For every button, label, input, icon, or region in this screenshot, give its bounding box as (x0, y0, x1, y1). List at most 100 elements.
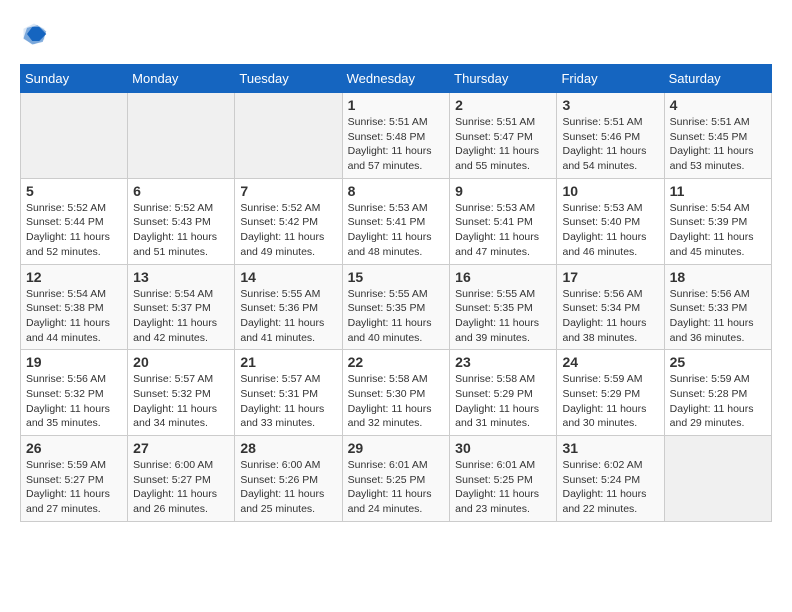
day-info: Sunrise: 5:53 AM Sunset: 5:41 PM Dayligh… (348, 201, 445, 260)
day-number: 27 (133, 440, 229, 456)
logo-icon (20, 20, 48, 48)
day-number: 20 (133, 354, 229, 370)
calendar-cell: 25 Sunrise: 5:59 AM Sunset: 5:28 PM Dayli… (664, 350, 771, 436)
day-number: 22 (348, 354, 445, 370)
calendar-cell: 12 Sunrise: 5:54 AM Sunset: 5:38 PM Dayli… (21, 264, 128, 350)
calendar-cell: 31Sunrise: 6:02 AM Sunset: 5:24 PM Dayli… (557, 436, 664, 522)
calendar-cell: 1Sunrise: 5:51 AM Sunset: 5:48 PM Daylig… (342, 93, 450, 179)
calendar-cell: 11 Sunrise: 5:54 AM Sunset: 5:39 PM Dayli… (664, 178, 771, 264)
weekday-header-monday: Monday (128, 65, 235, 93)
day-number: 28 (240, 440, 336, 456)
day-number: 4 (670, 97, 766, 113)
day-info: Sunrise: 5:53 AM Sunset: 5:41 PM Dayligh… (455, 201, 551, 260)
day-info: Sunrise: 6:01 AM Sunset: 5:25 PM Dayligh… (455, 458, 551, 517)
calendar-body: 1Sunrise: 5:51 AM Sunset: 5:48 PM Daylig… (21, 93, 772, 522)
day-number: 1 (348, 97, 445, 113)
day-info: Sunrise: 5:56 AM Sunset: 5:32 PM Dayligh… (26, 372, 122, 431)
day-number: 12 (26, 269, 122, 285)
day-number: 9 (455, 183, 551, 199)
weekday-header-tuesday: Tuesday (235, 65, 342, 93)
day-info: Sunrise: 5:58 AM Sunset: 5:29 PM Dayligh… (455, 372, 551, 431)
calendar-cell (235, 93, 342, 179)
calendar-cell: 21 Sunrise: 5:57 AM Sunset: 5:31 PM Dayli… (235, 350, 342, 436)
calendar-cell: 28 Sunrise: 6:00 AM Sunset: 5:26 PM Dayli… (235, 436, 342, 522)
weekday-header-wednesday: Wednesday (342, 65, 450, 93)
calendar-week-2: 5 Sunrise: 5:52 AM Sunset: 5:44 PM Daylig… (21, 178, 772, 264)
weekday-header-thursday: Thursday (450, 65, 557, 93)
calendar-cell: 5 Sunrise: 5:52 AM Sunset: 5:44 PM Daylig… (21, 178, 128, 264)
day-number: 8 (348, 183, 445, 199)
day-info: Sunrise: 5:57 AM Sunset: 5:32 PM Dayligh… (133, 372, 229, 431)
day-number: 21 (240, 354, 336, 370)
calendar-week-3: 12 Sunrise: 5:54 AM Sunset: 5:38 PM Dayli… (21, 264, 772, 350)
day-info: Sunrise: 5:53 AM Sunset: 5:40 PM Dayligh… (562, 201, 658, 260)
day-number: 3 (562, 97, 658, 113)
calendar-cell: 30 Sunrise: 6:01 AM Sunset: 5:25 PM Dayli… (450, 436, 557, 522)
calendar-cell (21, 93, 128, 179)
day-info: Sunrise: 5:51 AM Sunset: 5:46 PM Dayligh… (562, 115, 658, 174)
day-info: Sunrise: 6:02 AM Sunset: 5:24 PM Dayligh… (562, 458, 658, 517)
day-number: 14 (240, 269, 336, 285)
day-info: Sunrise: 5:51 AM Sunset: 5:45 PM Dayligh… (670, 115, 766, 174)
day-number: 2 (455, 97, 551, 113)
day-info: Sunrise: 5:59 AM Sunset: 5:27 PM Dayligh… (26, 458, 122, 517)
day-info: Sunrise: 5:59 AM Sunset: 5:28 PM Dayligh… (670, 372, 766, 431)
day-info: Sunrise: 5:51 AM Sunset: 5:47 PM Dayligh… (455, 115, 551, 174)
day-number: 25 (670, 354, 766, 370)
day-number: 10 (562, 183, 658, 199)
calendar-cell: 13 Sunrise: 5:54 AM Sunset: 5:37 PM Dayli… (128, 264, 235, 350)
day-number: 13 (133, 269, 229, 285)
day-info: Sunrise: 6:00 AM Sunset: 5:26 PM Dayligh… (240, 458, 336, 517)
weekday-header-saturday: Saturday (664, 65, 771, 93)
calendar-cell: 23 Sunrise: 5:58 AM Sunset: 5:29 PM Dayli… (450, 350, 557, 436)
calendar-cell: 8 Sunrise: 5:53 AM Sunset: 5:41 PM Daylig… (342, 178, 450, 264)
day-number: 30 (455, 440, 551, 456)
calendar-cell: 16 Sunrise: 5:55 AM Sunset: 5:35 PM Dayli… (450, 264, 557, 350)
calendar-table: SundayMondayTuesdayWednesdayThursdayFrid… (20, 64, 772, 522)
day-number: 16 (455, 269, 551, 285)
day-info: Sunrise: 5:54 AM Sunset: 5:37 PM Dayligh… (133, 287, 229, 346)
calendar-week-1: 1Sunrise: 5:51 AM Sunset: 5:48 PM Daylig… (21, 93, 772, 179)
day-info: Sunrise: 5:58 AM Sunset: 5:30 PM Dayligh… (348, 372, 445, 431)
day-number: 23 (455, 354, 551, 370)
calendar-cell: 15Sunrise: 5:55 AM Sunset: 5:35 PM Dayli… (342, 264, 450, 350)
calendar-week-5: 26Sunrise: 5:59 AM Sunset: 5:27 PM Dayli… (21, 436, 772, 522)
day-info: Sunrise: 5:52 AM Sunset: 5:42 PM Dayligh… (240, 201, 336, 260)
weekday-header-sunday: Sunday (21, 65, 128, 93)
day-info: Sunrise: 5:52 AM Sunset: 5:43 PM Dayligh… (133, 201, 229, 260)
calendar-cell: 18 Sunrise: 5:56 AM Sunset: 5:33 PM Dayli… (664, 264, 771, 350)
weekday-header-friday: Friday (557, 65, 664, 93)
day-info: Sunrise: 5:57 AM Sunset: 5:31 PM Dayligh… (240, 372, 336, 431)
day-number: 29 (348, 440, 445, 456)
day-info: Sunrise: 5:54 AM Sunset: 5:39 PM Dayligh… (670, 201, 766, 260)
calendar-cell: 7Sunrise: 5:52 AM Sunset: 5:42 PM Daylig… (235, 178, 342, 264)
day-number: 19 (26, 354, 122, 370)
day-info: Sunrise: 5:54 AM Sunset: 5:38 PM Dayligh… (26, 287, 122, 346)
calendar-cell (664, 436, 771, 522)
calendar-cell: 17 Sunrise: 5:56 AM Sunset: 5:34 PM Dayli… (557, 264, 664, 350)
day-info: Sunrise: 5:56 AM Sunset: 5:33 PM Dayligh… (670, 287, 766, 346)
calendar-cell: 22 Sunrise: 5:58 AM Sunset: 5:30 PM Dayli… (342, 350, 450, 436)
calendar-cell: 3 Sunrise: 5:51 AM Sunset: 5:46 PM Daylig… (557, 93, 664, 179)
weekday-header-row: SundayMondayTuesdayWednesdayThursdayFrid… (21, 65, 772, 93)
day-number: 18 (670, 269, 766, 285)
day-number: 24 (562, 354, 658, 370)
day-number: 5 (26, 183, 122, 199)
calendar-week-4: 19 Sunrise: 5:56 AM Sunset: 5:32 PM Dayli… (21, 350, 772, 436)
calendar-cell: 14Sunrise: 5:55 AM Sunset: 5:36 PM Dayli… (235, 264, 342, 350)
calendar-cell (128, 93, 235, 179)
calendar-cell: 2 Sunrise: 5:51 AM Sunset: 5:47 PM Daylig… (450, 93, 557, 179)
calendar-cell: 9 Sunrise: 5:53 AM Sunset: 5:41 PM Daylig… (450, 178, 557, 264)
day-info: Sunrise: 5:59 AM Sunset: 5:29 PM Dayligh… (562, 372, 658, 431)
day-number: 11 (670, 183, 766, 199)
day-info: Sunrise: 5:52 AM Sunset: 5:44 PM Dayligh… (26, 201, 122, 260)
page-header (20, 20, 772, 48)
calendar-cell: 19 Sunrise: 5:56 AM Sunset: 5:32 PM Dayli… (21, 350, 128, 436)
day-info: Sunrise: 5:56 AM Sunset: 5:34 PM Dayligh… (562, 287, 658, 346)
calendar-cell: 24 Sunrise: 5:59 AM Sunset: 5:29 PM Dayli… (557, 350, 664, 436)
day-number: 17 (562, 269, 658, 285)
day-number: 6 (133, 183, 229, 199)
calendar-cell: 6 Sunrise: 5:52 AM Sunset: 5:43 PM Daylig… (128, 178, 235, 264)
calendar-cell: 26Sunrise: 5:59 AM Sunset: 5:27 PM Dayli… (21, 436, 128, 522)
day-info: Sunrise: 5:55 AM Sunset: 5:35 PM Dayligh… (455, 287, 551, 346)
